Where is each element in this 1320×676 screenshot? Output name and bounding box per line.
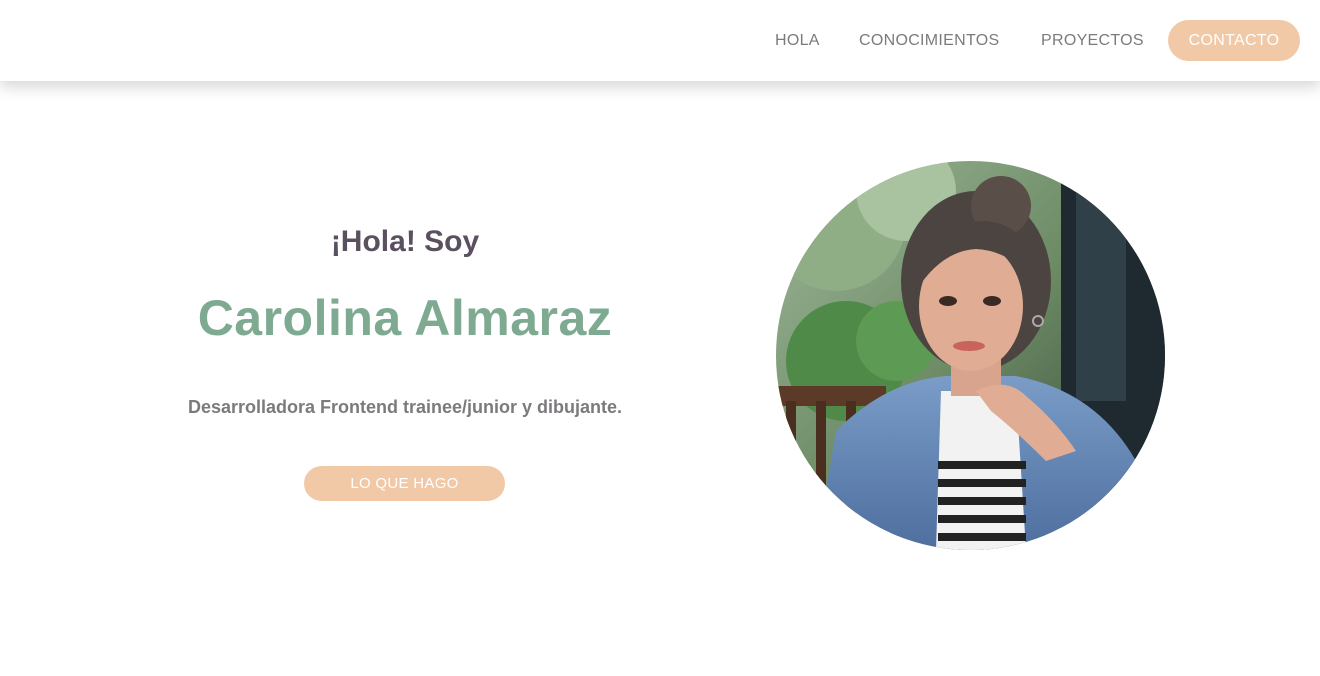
contact-button[interactable]: CONTACTO <box>1168 20 1300 61</box>
nav-link-conocimientos[interactable]: CONOCIMIENTOS <box>859 31 1000 51</box>
hero-name: Carolina Almaraz <box>197 290 613 346</box>
hero-greeting: ¡Hola! Soy <box>330 225 480 258</box>
nav-link-hola[interactable]: HOLA <box>775 31 820 51</box>
profile-photo <box>776 161 1165 550</box>
top-navbar: HOLA CONOCIMIENTOS PROYECTOS CONTACTO <box>0 0 1320 81</box>
hero-tagline: Desarrolladora Frontend trainee/junior y… <box>187 397 623 417</box>
what-i-do-button[interactable]: LO QUE HAGO <box>304 466 505 501</box>
nav-link-proyectos[interactable]: PROYECTOS <box>1041 31 1144 51</box>
profile-photo-illustration <box>776 161 1165 550</box>
